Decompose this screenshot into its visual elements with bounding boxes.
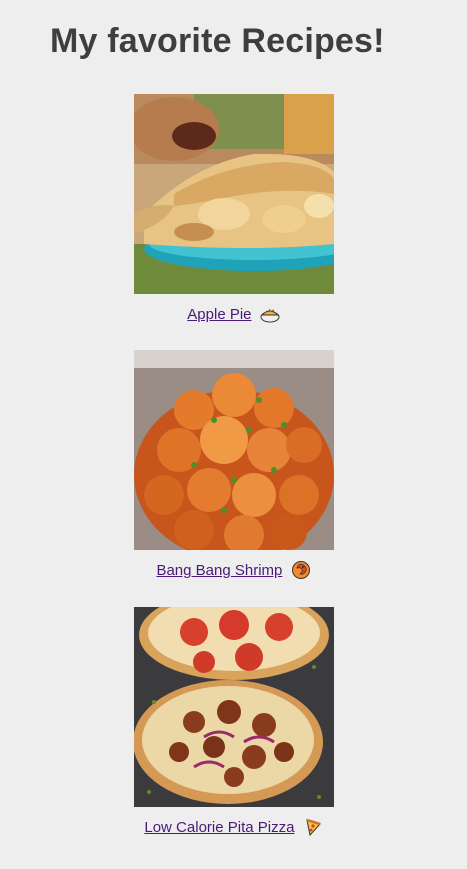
recipe-caption: Apple Pie (0, 304, 467, 324)
pie-icon (260, 304, 280, 324)
page-title: My favorite Recipes! (50, 22, 385, 60)
bang-bang-shrimp-photo (133, 350, 334, 550)
shrimp-icon (291, 560, 311, 580)
pita-pizza-photo (133, 607, 334, 807)
recipe-card-pita-pizza: Low Calorie Pita Pizza (0, 607, 467, 837)
recipe-caption: Bang Bang Shrimp (0, 560, 467, 580)
recipe-caption: Low Calorie Pita Pizza (0, 817, 467, 837)
recipe-card-apple-pie: Apple Pie (0, 94, 467, 324)
recipe-link-apple-pie[interactable]: Apple Pie (187, 306, 251, 323)
recipe-link-pita-pizza[interactable]: Low Calorie Pita Pizza (144, 819, 294, 836)
apple-pie-photo (133, 94, 334, 294)
recipe-link-bang-bang-shrimp[interactable]: Bang Bang Shrimp (156, 562, 282, 579)
page: My favorite Recipes! Apple Pie Bang Bang… (0, 0, 467, 869)
recipe-card-bang-bang-shrimp: Bang Bang Shrimp (0, 350, 467, 580)
pizza-icon (303, 817, 323, 837)
